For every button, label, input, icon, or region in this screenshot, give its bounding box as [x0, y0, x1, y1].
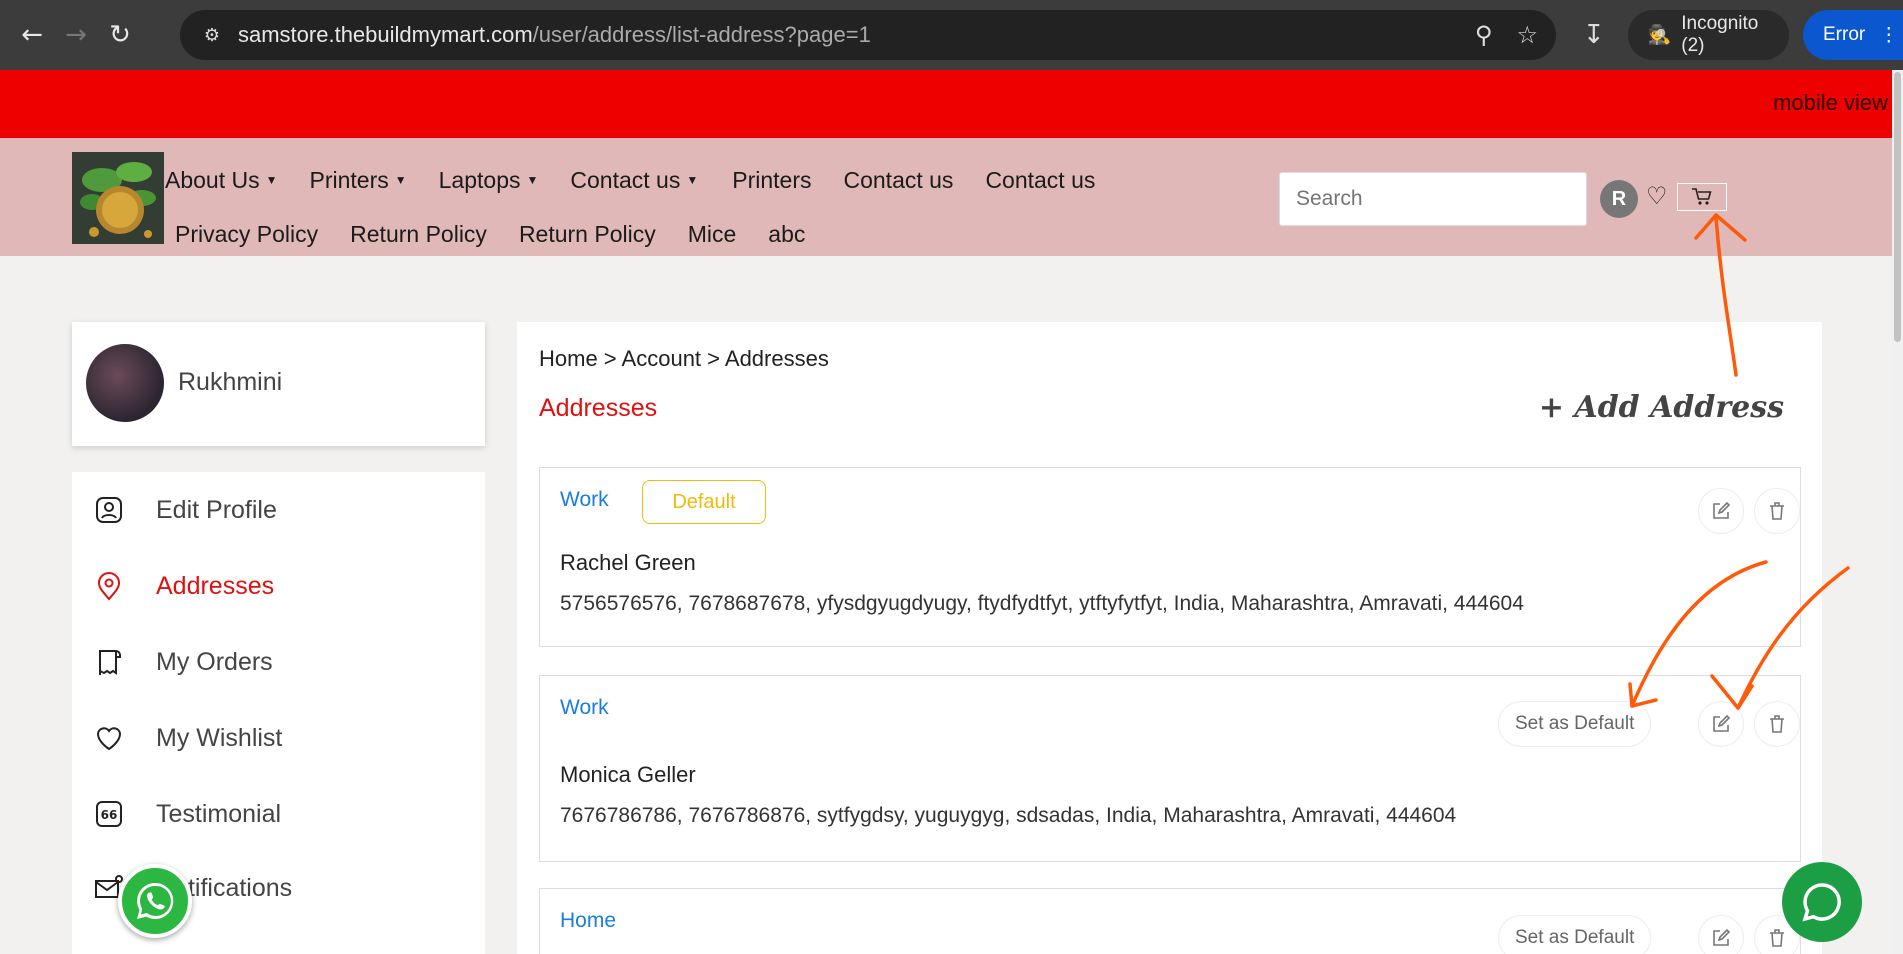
sidebar-item-edit-profile[interactable]: Edit Profile [92, 490, 277, 530]
search-input[interactable] [1279, 172, 1587, 226]
profile-card: Rukhmini [72, 322, 485, 446]
address-card: Work Set as Default Monica Geller 767678… [539, 675, 1801, 862]
kebab-menu-icon[interactable]: ⋮ [1879, 24, 1898, 47]
nav-printers[interactable]: Printers [732, 167, 811, 194]
incognito-icon: 🕵 [1647, 25, 1672, 46]
reload-icon[interactable]: ↻ [98, 13, 142, 57]
sidebar-item-addresses[interactable]: Addresses [92, 566, 274, 606]
trash-icon [1770, 502, 1784, 520]
sidebar-item-testimonial[interactable]: 66 Testimonial [92, 794, 281, 834]
profile-name: Rukhmini [178, 368, 283, 396]
nav-mice[interactable]: Mice [688, 221, 737, 248]
error-chip[interactable]: Error ⋮ [1803, 10, 1903, 60]
edit-icon [1713, 714, 1731, 732]
address-details: 7676786786, 7676786876, sytfygdsy, yuguy… [560, 804, 1457, 827]
nav-printers-dropdown[interactable]: Printers ▼ [310, 167, 407, 194]
sidebar-item-my-wishlist[interactable]: My Wishlist [92, 718, 282, 758]
nav-contact-us-dropdown[interactable]: Contact us ▼ [570, 167, 698, 194]
location-pin-icon [92, 569, 126, 603]
address-details: 5756576576, 7678687678, yfysdgyugdyugy, … [560, 592, 1524, 615]
address-name: Monica Geller [560, 762, 696, 787]
delete-address-button[interactable] [1754, 488, 1800, 534]
address-type-label: Work [560, 488, 609, 511]
heart-icon [92, 721, 126, 755]
trash-icon [1770, 929, 1784, 947]
edit-icon [1713, 501, 1731, 519]
main-nav-row-2: Privacy Policy Return Policy Return Poli… [175, 214, 837, 254]
caret-down-icon: ▼ [394, 173, 407, 187]
whatsapp-icon [137, 882, 174, 919]
url-text: samstore.thebuildmymart.com/user/address… [238, 22, 871, 47]
delete-address-button[interactable] [1754, 701, 1800, 747]
edit-address-button[interactable] [1698, 915, 1744, 954]
add-address-button[interactable]: + Add Address [1539, 390, 1784, 425]
address-bar[interactable]: ⚙ samstore.thebuildmymart.com/user/addre… [180, 10, 1556, 60]
main-nav-row-1: About Us ▼ Printers ▼ Laptops ▼ Contact us ▼… [165, 160, 1127, 200]
user-avatar[interactable]: R [1600, 180, 1638, 218]
set-as-default-button[interactable]: Set as Default [1498, 915, 1652, 954]
receipt-icon [92, 645, 126, 679]
banner-text: mobile view [1773, 90, 1888, 115]
nav-return-policy-1[interactable]: Return Policy [350, 221, 487, 248]
nav-about-us[interactable]: About Us ▼ [165, 167, 278, 194]
nav-abc[interactable]: abc [768, 221, 805, 248]
nav-contact-us-2[interactable]: Contact us [985, 167, 1095, 194]
caret-down-icon: ▼ [686, 173, 699, 187]
top-banner: mobile view [0, 70, 1892, 138]
forward-icon[interactable]: → [54, 13, 98, 57]
trash-icon [1770, 715, 1784, 733]
edit-address-button[interactable] [1698, 488, 1744, 534]
profile-avatar [86, 344, 164, 422]
address-type-label: Home [560, 909, 617, 932]
default-badge: Default [642, 480, 766, 524]
address-name: Rachel Green [560, 550, 696, 575]
nav-contact-us-1[interactable]: Contact us [843, 167, 953, 194]
site-info-icon[interactable]: ⚙ [200, 23, 224, 47]
scrollbar-thumb[interactable] [1894, 72, 1901, 342]
download-icon[interactable]: ↧ [1572, 10, 1616, 60]
site-logo[interactable] [72, 152, 164, 244]
caret-down-icon: ▼ [526, 173, 539, 187]
page-title: Addresses [539, 394, 658, 422]
live-chat-button[interactable] [1782, 862, 1862, 942]
page-scrollbar[interactable] [1892, 70, 1903, 954]
site-header: About Us ▼ Printers ▼ Laptops ▼ Contact us ▼… [0, 138, 1892, 256]
address-card: Work Default Rachel Green 5756576576, 76… [539, 467, 1801, 647]
addresses-panel: Home > Account > Addresses Addresses + A… [517, 322, 1822, 954]
set-as-default-button[interactable]: Set as Default [1498, 701, 1652, 747]
user-icon [92, 493, 126, 527]
chat-icon [1802, 883, 1841, 922]
nav-laptops[interactable]: Laptops ▼ [439, 167, 539, 194]
sidebar-item-my-orders[interactable]: My Orders [92, 642, 273, 682]
browser-toolbar: ← → ↻ ⚙ samstore.thebuildmymart.com/user… [0, 0, 1903, 70]
zoom-icon[interactable]: ⚲ [1475, 21, 1493, 49]
address-type-label: Work [560, 696, 609, 719]
caret-down-icon: ▼ [265, 173, 278, 187]
cart-icon[interactable] [1677, 183, 1727, 211]
edit-icon [1713, 928, 1731, 946]
nav-return-policy-2[interactable]: Return Policy [519, 221, 656, 248]
breadcrumb[interactable]: Home > Account > Addresses [539, 346, 829, 372]
address-card: Home Set as Default [539, 888, 1801, 954]
quote-icon: 66 [92, 797, 126, 831]
edit-address-button[interactable] [1698, 701, 1744, 747]
nav-privacy-policy[interactable]: Privacy Policy [175, 221, 318, 248]
back-icon[interactable]: ← [10, 13, 54, 57]
bookmark-star-icon[interactable]: ☆ [1516, 21, 1538, 49]
incognito-chip[interactable]: 🕵 Incognito (2) [1627, 10, 1789, 60]
wishlist-heart-icon[interactable]: ♡ [1646, 182, 1668, 210]
svg-text:66: 66 [101, 808, 118, 822]
whatsapp-button[interactable] [118, 864, 192, 938]
